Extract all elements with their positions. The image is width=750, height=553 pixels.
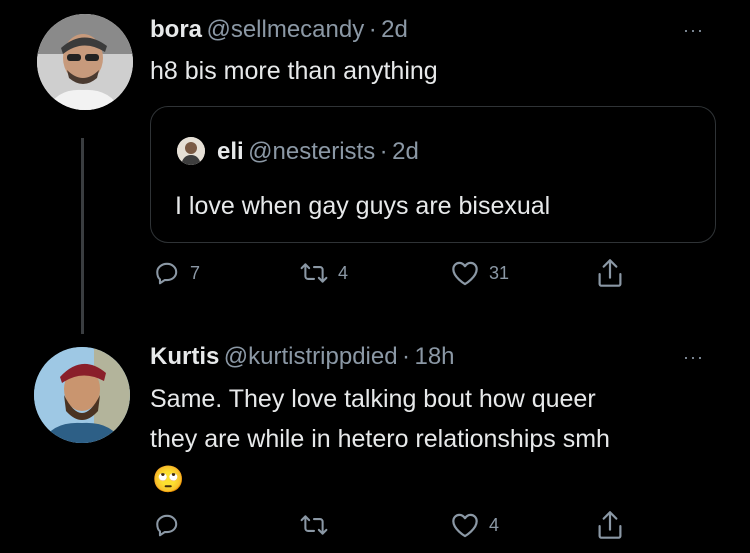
quoted-header: eli @nesterists · 2d [217, 138, 419, 166]
share-icon [596, 510, 624, 540]
author-name[interactable]: bora [150, 16, 202, 43]
author-handle[interactable]: @sellmecandy [206, 16, 364, 43]
share-button[interactable] [596, 258, 624, 288]
retweet-button[interactable] [300, 512, 338, 538]
avatar [177, 137, 205, 165]
author-handle[interactable]: @kurtistrippdied [224, 343, 398, 370]
like-count: 31 [489, 262, 510, 283]
quoted-text: I love when gay guys are bisexual [175, 192, 551, 220]
reply-button[interactable]: 7 [154, 260, 200, 286]
retweet-count: 4 [338, 262, 349, 283]
reply-icon [154, 260, 180, 286]
quoted-tweet[interactable]: eli @nesterists · 2d I love when gay guy… [150, 106, 716, 243]
thread-connector-line [81, 138, 84, 334]
timestamp: 2d [392, 138, 419, 165]
tweet-header: bora @sellmecandy · 2d [150, 16, 408, 44]
like-button[interactable]: 31 [451, 260, 509, 286]
heart-icon [451, 512, 479, 538]
author-name[interactable]: Kurtis [150, 343, 219, 370]
tweet-text-line-2: they are while in hetero relationships s… [150, 425, 610, 453]
retweet-button[interactable]: 4 [300, 260, 348, 286]
heart-icon [451, 260, 479, 286]
retweet-icon [300, 260, 328, 286]
timestamp[interactable]: 2d [381, 16, 408, 43]
reply-count: 7 [190, 262, 201, 283]
tweet-header: Kurtis @kurtistrippdied · 18h [150, 343, 455, 371]
separator-dot: · [379, 138, 388, 165]
separator-dot: · [402, 343, 411, 370]
retweet-icon [300, 512, 328, 538]
share-icon [596, 258, 624, 288]
more-icon[interactable]: ··· [683, 20, 704, 41]
author-name: eli [217, 138, 244, 165]
separator-dot: · [368, 16, 377, 43]
tweet-text-line-1: Same. They love talking bout how queer [150, 385, 596, 413]
timestamp[interactable]: 18h [414, 343, 454, 370]
like-button[interactable]: 4 [451, 512, 499, 538]
eye-roll-emoji: 🙄 [152, 464, 185, 494]
reply-icon [154, 512, 180, 538]
tweet-text: h8 bis more than anything [150, 57, 438, 85]
reply-button[interactable] [154, 512, 190, 538]
more-icon[interactable]: ··· [683, 347, 704, 368]
avatar[interactable] [34, 347, 130, 443]
like-count: 4 [489, 514, 500, 535]
avatar[interactable] [37, 14, 133, 110]
author-handle: @nesterists [248, 138, 376, 165]
share-button[interactable] [596, 510, 624, 540]
